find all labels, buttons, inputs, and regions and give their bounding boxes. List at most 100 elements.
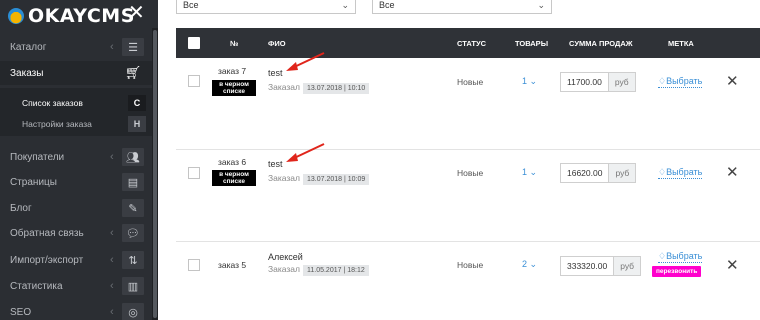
customer-name[interactable]: Алексей (268, 252, 303, 262)
row-checkbox[interactable] (188, 75, 200, 87)
customer-name[interactable]: test (268, 159, 283, 169)
red-arrow-annotation (286, 143, 325, 162)
sidebar-item-label: Каталог (10, 41, 47, 53)
chevron-down-icon: ⌄ (529, 76, 538, 86)
delete-icon[interactable]: ✕ (726, 72, 739, 90)
select-all-checkbox[interactable] (188, 37, 200, 49)
sum-value: 333320.00 (567, 261, 608, 271)
order-sum: 16620.00 руб (560, 163, 637, 183)
target-icon: ◎ (122, 303, 144, 320)
sidebar-item-label: Импорт/экспорт (10, 254, 84, 266)
table-row: заказ 5 Алексей Заказал 11.05.2017 | 18:1… (176, 242, 760, 320)
tag-icon: ♢ (658, 167, 667, 177)
bar-chart-icon: ▥ (122, 277, 144, 295)
order-status: Новые (457, 77, 484, 87)
delete-icon[interactable]: ✕ (726, 163, 739, 181)
updown-icon: ⇅ (122, 251, 144, 269)
sidebar-item-label: Страницы (10, 176, 57, 188)
col-status[interactable]: СТАТУС (457, 39, 486, 48)
filter-select-1[interactable]: Все ⌄ (176, 0, 356, 14)
chevron-down-icon: ⌄ (537, 0, 545, 10)
chevron-down-icon: ⌄ (529, 167, 538, 177)
filter-value: Все (183, 0, 199, 10)
chevron-down-icon: ⌄ (529, 259, 538, 269)
sidebar-scrollbar-thumb[interactable] (153, 30, 157, 318)
filter-select-2[interactable]: Все ⌄ (372, 0, 552, 14)
col-tag[interactable]: МЕТКА (668, 39, 694, 48)
sidebar-item-seo[interactable]: SEO ‹ ◎ (0, 300, 152, 320)
chevron-left-icon: ‹ (110, 41, 114, 53)
goods-count-value: 1 (522, 167, 528, 177)
select-tag-link[interactable]: ♢Выбрать (658, 76, 703, 88)
callback-badge[interactable]: перезвонить (652, 266, 702, 277)
col-sum[interactable]: СУММА ПРОДАЖ (569, 39, 633, 48)
row-checkbox[interactable] (188, 167, 200, 179)
sum-currency: руб (608, 164, 636, 182)
order-date: 13.07.2018 | 10:09 (302, 174, 370, 185)
sidebar-item-import-export[interactable]: Импорт/экспорт ‹ ⇅ (0, 248, 152, 272)
orders-table-header: № ФИО СТАТУС ТОВАРЫ СУММА ПРОДАЖ МЕТКА (176, 28, 760, 58)
tag-icon: ♢ (658, 251, 667, 261)
orders-submenu: Список заказов C Настройки заказа H (0, 88, 152, 136)
order-status: Новые (457, 260, 484, 270)
table-row: заказ 7 в черном списке test Заказал 13.0… (176, 58, 760, 150)
chevron-down-icon: ⌄ (341, 0, 349, 10)
order-sum: 333320.00 руб (560, 256, 642, 276)
chevron-left-icon: ‹ (110, 280, 114, 292)
tag-icon: ♢ (658, 76, 667, 86)
sidebar-item-label: SEO (10, 306, 32, 318)
order-sum: 11700.00 руб (560, 72, 636, 92)
select-tag-link[interactable]: ♢Выбрать (658, 167, 703, 179)
tag-label: Выбрать (666, 251, 703, 261)
close-sidebar-icon[interactable]: ✕ (128, 3, 145, 23)
goods-count[interactable]: 2 ⌄ (522, 259, 537, 270)
submenu-order-list[interactable]: Список заказов (22, 98, 83, 108)
order-number[interactable]: заказ 7 (218, 66, 246, 76)
chevron-left-icon: ‹ (110, 151, 114, 163)
delete-icon[interactable]: ✕ (726, 256, 739, 274)
goods-count-value: 2 (522, 259, 528, 269)
col-goods[interactable]: ТОВАРЫ (515, 39, 548, 48)
ordered-label: Заказал (268, 264, 300, 274)
sidebar-item-label: Блог (10, 202, 32, 214)
blacklist-badge: в черном списке (212, 170, 256, 186)
sidebar-item-statistics[interactable]: Статистика ‹ ▥ (0, 274, 152, 298)
sidebar-item-feedback[interactable]: Обратная связь ‹ 💬︎ (0, 221, 152, 245)
order-number[interactable]: заказ 6 (218, 157, 246, 167)
chevron-left-icon: ‹ (110, 227, 114, 239)
sidebar-item-catalog[interactable]: Каталог ‹ ☰ (0, 35, 152, 59)
page-icon: ▤ (122, 173, 144, 191)
sum-currency: руб (607, 73, 635, 91)
sidebar-item-label: Покупатели (10, 151, 65, 163)
sum-currency: руб (613, 257, 641, 275)
goods-count[interactable]: 1 ⌄ (522, 167, 537, 178)
order-date: 11.05.2017 | 18:12 (302, 265, 369, 276)
sidebar-item-customers[interactable]: Покупатели ‹ 👥︎ (0, 145, 152, 169)
select-tag-link[interactable]: ♢Выбрать (658, 251, 703, 263)
okay-logo-icon (8, 8, 24, 24)
filter-value: Все (379, 0, 395, 10)
ordered-label: Заказал (268, 173, 300, 183)
order-number[interactable]: заказ 5 (218, 260, 246, 270)
chevron-left-icon: ‹ (110, 306, 114, 318)
sidebar-item-blog[interactable]: Блог ✎ (0, 196, 152, 220)
order-status: Новые (457, 168, 484, 178)
logo[interactable]: OKAYCMS (8, 5, 135, 27)
col-number[interactable]: № (230, 39, 238, 48)
submenu-order-settings[interactable]: Настройки заказа (22, 119, 92, 129)
red-arrow-annotation (286, 52, 325, 71)
ordered-info: Заказал 13.07.2018 | 10:10 (268, 82, 370, 94)
row-checkbox[interactable] (188, 259, 200, 271)
order-date: 13.07.2018 | 10:10 (302, 83, 370, 94)
logo-text: OKAYCMS (28, 5, 135, 27)
sidebar-item-orders[interactable]: Заказы 🛒︎ (0, 61, 152, 85)
goods-count[interactable]: 1 ⌄ (522, 76, 537, 87)
sidebar-item-pages[interactable]: Страницы ▤ (0, 170, 152, 194)
col-fio[interactable]: ФИО (268, 39, 286, 48)
sum-value: 11700.00 (567, 77, 602, 87)
sidebar-item-label: Обратная связь (10, 227, 84, 239)
ordered-label: Заказал (268, 82, 300, 92)
pencil-icon: ✎ (122, 199, 144, 217)
customer-name[interactable]: test (268, 68, 283, 78)
submenu-badge: C (128, 95, 146, 111)
